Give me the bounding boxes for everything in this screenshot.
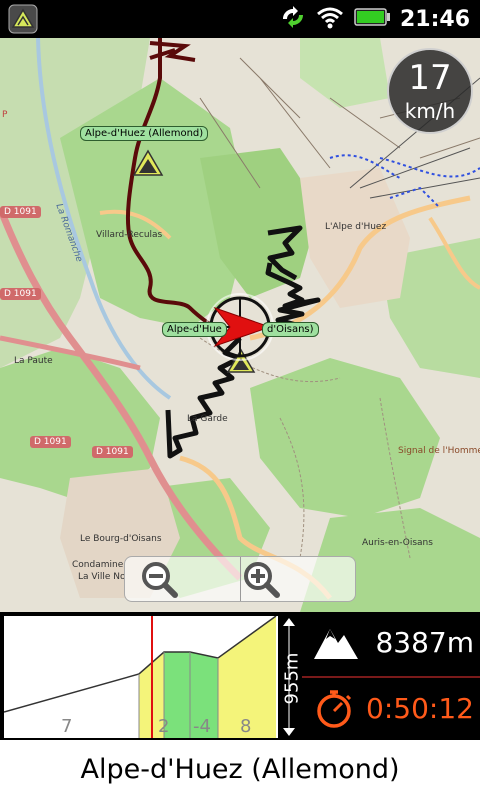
map-label-la-paute: La Paute — [14, 356, 53, 366]
distance-row: 8387m — [302, 612, 480, 674]
destination-title[interactable]: Alpe-d'Huez (Allemond) — [0, 740, 480, 800]
status-bar: 21:46 — [0, 0, 480, 38]
map-label-auris: Auris-en-Oisans — [362, 538, 433, 548]
zoom-controls — [124, 556, 356, 602]
mountain-icon — [314, 629, 358, 659]
map-label-signal: Signal de l'Homme — [398, 446, 480, 456]
wifi-icon — [316, 5, 344, 33]
stats-panel: 8387m 0:50:12 — [302, 612, 480, 740]
zoom-in-button[interactable] — [239, 557, 356, 601]
speed-unit: km/h — [404, 99, 456, 123]
battery-icon — [354, 7, 390, 31]
road-shield-d1091: D 1091 — [0, 288, 41, 300]
map-label-condamine: Condamine — [72, 560, 124, 570]
map-label-la-garde: La Garde — [187, 414, 228, 424]
grade-label: -4 — [193, 716, 211, 737]
map-label-lalpe: L'Alpe d'Huez — [325, 222, 387, 232]
map-view[interactable]: Villard-Reculas La Romanche L'Alpe d'Hue… — [0, 38, 480, 612]
waypoint-tag-allemond[interactable]: Alpe-d'Huez (Allemond) — [80, 126, 209, 141]
map-label-bourg: Le Bourg-d'Oisans — [80, 534, 162, 544]
map-label-p: P — [2, 110, 8, 120]
road-shield-d1091: D 1091 — [92, 446, 133, 458]
elevation-profile-chart — [3, 615, 300, 738]
waypoint-tag-oisans-right[interactable]: d'Oisans) — [262, 322, 319, 337]
clock: 21:46 — [399, 6, 470, 32]
speed-value: 17 — [408, 58, 452, 98]
distance-value: 8387m — [375, 626, 474, 659]
time-row: 0:50:12 — [302, 678, 480, 740]
sync-icon — [280, 5, 306, 33]
grade-label: 8 — [240, 716, 252, 737]
elevation-profile[interactable]: 7 2 -4 8 955m — [3, 615, 303, 738]
zoom-out-button[interactable] — [125, 557, 240, 601]
speed-gauge: 17 km/h — [387, 48, 473, 134]
app-route-icon[interactable] — [8, 4, 38, 34]
map-label-villard: Villard-Reculas — [96, 230, 163, 240]
road-shield-d1091: D 1091 — [30, 436, 71, 448]
grade-label: 7 — [61, 716, 73, 737]
stopwatch-icon — [317, 690, 352, 728]
grade-label: 2 — [158, 716, 170, 737]
waypoint-tag-oisans-left[interactable]: Alpe-d'Hue — [162, 322, 227, 337]
zoom-out-icon — [142, 562, 178, 598]
map-label-ville-no: La Ville No — [78, 572, 126, 582]
zoom-in-icon — [243, 562, 280, 598]
elapsed-time-value: 0:50:12 — [366, 692, 474, 725]
elevation-range-label: 955m — [281, 652, 303, 705]
road-shield-d1091: D 1091 — [0, 206, 41, 218]
